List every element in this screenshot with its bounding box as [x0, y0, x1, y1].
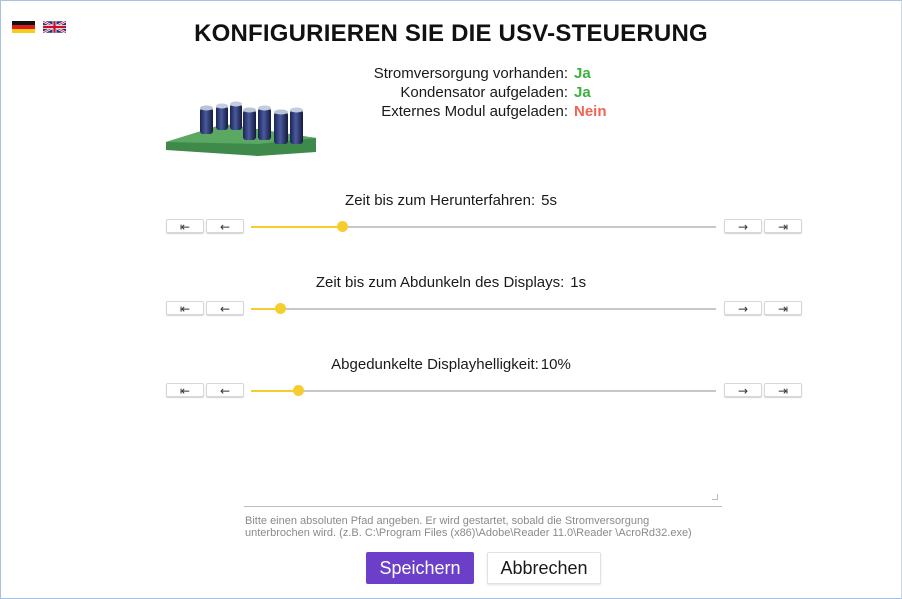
status-label: Externes Modul aufgeladen:: [381, 103, 568, 120]
status-value: Ja: [574, 84, 591, 101]
program-path-textarea[interactable]: [244, 420, 722, 507]
dim-time-caption: Zeit bis zum Abdunkeln des Displays: 1s: [0, 274, 902, 291]
dim-brightness-prev-button[interactable]: ←: [206, 383, 244, 398]
dim-time-last-button[interactable]: ⇥: [764, 301, 802, 316]
shutdown-time-caption: Zeit bis zum Herunterfahren: 5s: [0, 192, 902, 209]
dim-brightness-caption: Abgedunkelte Displayhelligkeit: 10%: [0, 356, 902, 373]
status-row-capacitor: Kondensator aufgeladen: Ja: [300, 83, 670, 102]
resize-grip-icon[interactable]: [712, 494, 718, 500]
dim-brightness-slider[interactable]: [251, 385, 716, 396]
page-title: KONFIGURIEREN SIE DIE USV-STEUERUNG: [194, 20, 708, 47]
dim-time-next-button[interactable]: →: [724, 301, 762, 316]
slider-label: Abgedunkelte Displayhelligkeit:: [331, 356, 539, 373]
dim-time-prev-button[interactable]: ←: [206, 301, 244, 316]
slider-fill: [251, 390, 298, 392]
dim-brightness-next-button[interactable]: →: [724, 383, 762, 398]
dim-time-first-button[interactable]: ⇤: [166, 301, 204, 316]
status-value: Ja: [574, 65, 591, 82]
status-label: Stromversorgung vorhanden:: [373, 65, 568, 82]
cancel-button[interactable]: Abbrechen: [487, 552, 601, 584]
status-row-power: Stromversorgung vorhanden: Ja: [300, 64, 670, 83]
shutdown-time-next-button[interactable]: →: [724, 219, 762, 234]
slider-fill: [251, 226, 342, 228]
dim-brightness-first-button[interactable]: ⇤: [166, 383, 204, 398]
slider-value: 10%: [540, 356, 571, 373]
status-value: Nein: [574, 103, 607, 120]
shutdown-time-first-button[interactable]: ⇤: [166, 219, 204, 234]
program-path-hint: Bitte einen absoluten Pfad angeben. Er w…: [245, 515, 692, 539]
status-row-external-module: Externes Modul aufgeladen: Nein: [300, 102, 670, 121]
dim-time-slider[interactable]: [251, 303, 716, 314]
shutdown-time-slider[interactable]: [251, 221, 716, 232]
capacitor-board-image: [166, 101, 316, 156]
shutdown-time-last-button[interactable]: ⇥: [764, 219, 802, 234]
shutdown-time-prev-button[interactable]: ←: [206, 219, 244, 234]
save-button[interactable]: Speichern: [366, 552, 474, 584]
slider-label: Zeit bis zum Abdunkeln des Displays:: [315, 274, 565, 291]
status-label: Kondensator aufgeladen:: [400, 84, 568, 101]
status-list: Stromversorgung vorhanden: Ja Kondensato…: [300, 64, 670, 121]
dim-brightness-last-button[interactable]: ⇥: [764, 383, 802, 398]
slider-value: 1s: [570, 274, 587, 291]
slider-thumb[interactable]: [292, 385, 304, 396]
slider-value: 5s: [541, 192, 557, 209]
slider-label: Zeit bis zum Herunterfahren:: [345, 192, 536, 209]
slider-thumb[interactable]: [336, 221, 348, 232]
